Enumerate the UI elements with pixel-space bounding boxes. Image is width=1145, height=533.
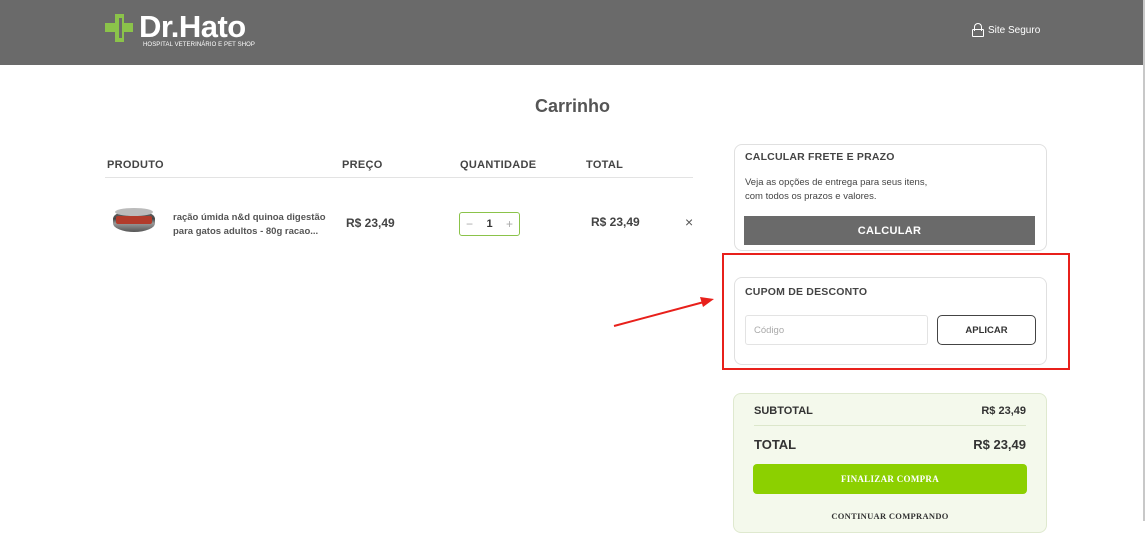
remove-item-icon[interactable]: × [685, 214, 693, 230]
shipping-title: CALCULAR FRETE E PRAZO [745, 151, 895, 163]
column-header-quantity: QUANTIDADE [460, 159, 537, 171]
total-row: TOTAL R$ 23,49 [754, 437, 1026, 452]
quantity-value[interactable]: 1 [486, 218, 492, 230]
column-header-product: PRODUTO [107, 159, 164, 171]
page-title: Carrinho [534, 96, 610, 116]
column-header-total: TOTAL [586, 159, 624, 171]
checkout-button[interactable]: FINALIZAR COMPRA [753, 464, 1027, 494]
logo-name: Dr.Hato [139, 9, 246, 44]
site-header: Dr.Hato HOSPITAL VETERINÁRIO E PET SHOP … [0, 0, 1145, 65]
total-label: TOTAL [754, 437, 797, 452]
shipping-description-line1: Veja as opções de entrega para seus iten… [745, 177, 928, 188]
logo-subtitle: HOSPITAL VETERINÁRIO E PET SHOP [143, 42, 256, 48]
product-price: R$ 23,49 [346, 216, 395, 230]
product-total: R$ 23,49 [591, 215, 640, 229]
secure-label: Site Seguro [988, 24, 1041, 36]
total-value: R$ 23,49 [973, 437, 1026, 452]
header-divider [105, 177, 693, 178]
product-name[interactable]: ração úmida n&d quinoa digestão para gat… [173, 211, 333, 239]
subtotal-label: SUBTOTAL [754, 405, 813, 417]
shipping-calculator-panel: CALCULAR FRETE E PRAZO Veja as opções de… [734, 144, 1047, 251]
product-image[interactable] [113, 208, 155, 234]
order-summary-panel: SUBTOTAL R$ 23,49 TOTAL R$ 23,49 FINALIZ… [733, 393, 1047, 533]
increase-quantity-button[interactable]: + [506, 217, 513, 231]
decrease-quantity-button[interactable]: − [466, 217, 473, 231]
site-logo[interactable]: Dr.Hato HOSPITAL VETERINÁRIO E PET SHOP [105, 9, 256, 48]
secure-site-badge: Site Seguro [972, 23, 1040, 37]
shipping-description-line2: com todos os prazos e valores. [745, 191, 877, 202]
subtotal-value: R$ 23,49 [981, 405, 1026, 417]
shipping-description: Veja as opções de entrega para seus iten… [745, 176, 927, 204]
cross-logo-icon [105, 14, 133, 42]
column-header-price: PREÇO [342, 159, 383, 171]
highlight-annotation-box [722, 253, 1070, 370]
summary-divider [754, 425, 1026, 426]
subtotal-row: SUBTOTAL R$ 23,49 [754, 405, 1026, 417]
calculate-shipping-button[interactable]: CALCULAR [744, 216, 1035, 245]
lock-icon [972, 23, 984, 37]
quantity-stepper: − 1 + [459, 212, 520, 236]
continue-shopping-link[interactable]: CONTINUAR COMPRANDO [753, 511, 1027, 521]
